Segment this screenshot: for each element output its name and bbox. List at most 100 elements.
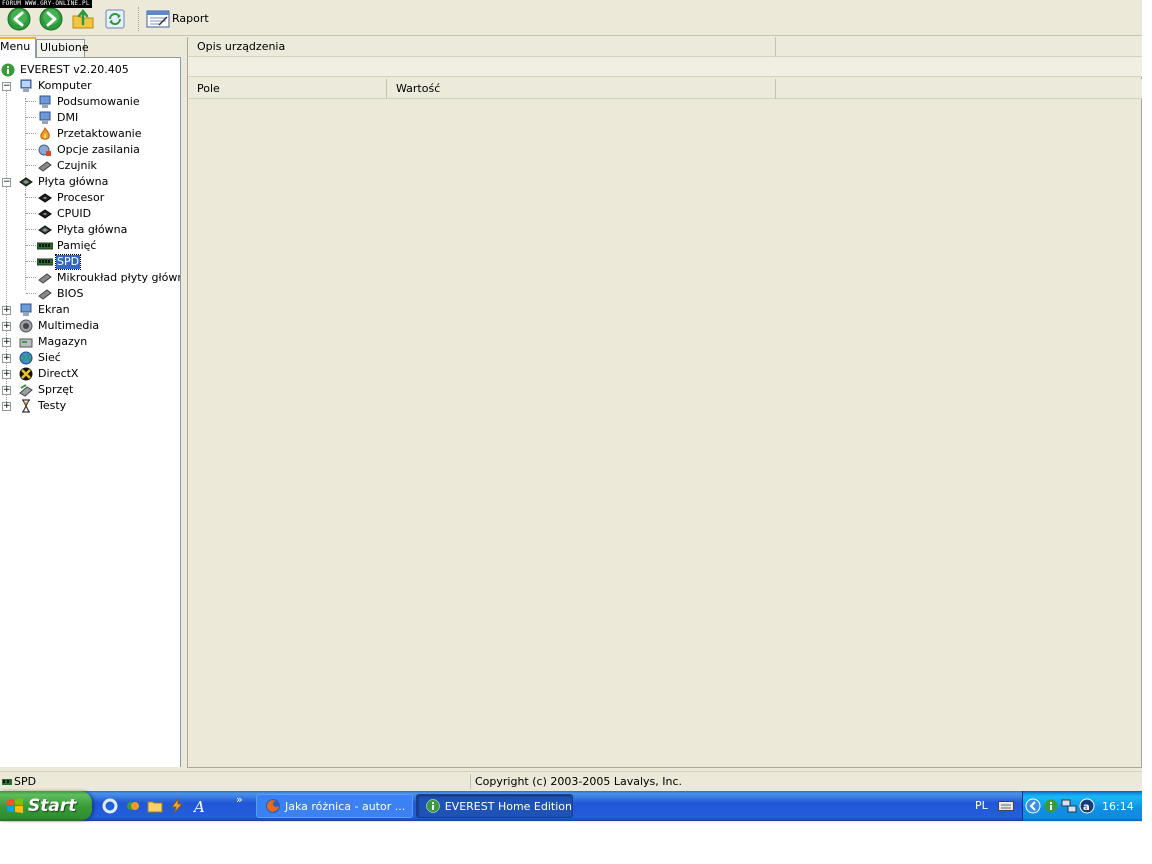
- status-bar: SPD Copyright (c) 2003-2005 Lavalys, Inc…: [0, 771, 1142, 790]
- system-tray: a 16:14: [1022, 791, 1142, 821]
- computer-icon: [18, 78, 34, 94]
- tree-item-dmi[interactable]: DMI: [37, 110, 79, 126]
- expand-toggle[interactable]: +: [2, 338, 11, 347]
- tree-item-power-options[interactable]: Opcje zasilania: [37, 142, 141, 158]
- tray-collapse-icon[interactable]: [1025, 798, 1041, 814]
- everest-tray-icon[interactable]: [1043, 798, 1059, 814]
- tree-connector: [26, 101, 36, 102]
- tree-label: Mikroukład płyty głównej: [57, 271, 181, 284]
- refresh-button[interactable]: [102, 6, 128, 32]
- tree-item-display[interactable]: Ekran: [18, 302, 71, 318]
- tree-item-benchmarks[interactable]: Testy: [18, 398, 67, 414]
- device-description-header: Opis urządzenia: [188, 37, 1143, 57]
- tree-connector: [26, 165, 36, 166]
- tree-connector: [26, 213, 36, 214]
- forward-button[interactable]: [38, 6, 64, 32]
- tree-label: Płyta główna: [57, 223, 128, 236]
- network-icon[interactable]: [1061, 798, 1077, 814]
- tree-label: Podsumowanie: [57, 95, 140, 108]
- tree-item-chipset[interactable]: Mikroukład płyty głównej: [37, 270, 181, 286]
- tree-item-everest-root[interactable]: EVEREST v2.20.405: [0, 62, 130, 78]
- tree-item-memory[interactable]: Pamięć: [37, 238, 97, 254]
- keyboard-icon[interactable]: [998, 800, 1014, 812]
- tree-connector: [26, 229, 36, 230]
- status-left: SPD: [0, 773, 470, 790]
- drive-icon: [18, 334, 34, 350]
- device-description-column[interactable]: Opis urządzenia: [188, 37, 776, 57]
- windows-logo-icon: [7, 798, 23, 813]
- quicklaunch-winamp[interactable]: [168, 797, 186, 815]
- tree-item-sensor[interactable]: Czujnik: [37, 158, 98, 174]
- tree-label: Procesor: [57, 191, 105, 204]
- quicklaunch-explorer[interactable]: [146, 797, 164, 815]
- chip-icon: [37, 286, 53, 302]
- svg-text:a: a: [1083, 802, 1090, 813]
- expand-toggle[interactable]: +: [2, 322, 11, 331]
- tree-connector: [26, 277, 36, 278]
- tree-connector: [25, 194, 26, 290]
- task-everest[interactable]: EVEREST Home Edition: [416, 794, 573, 818]
- expand-toggle[interactable]: +: [2, 402, 11, 411]
- task-firefox[interactable]: Jaka różnica - autor ...: [256, 794, 413, 818]
- tree-item-cpuid[interactable]: CPUID: [37, 206, 92, 222]
- tree-item-spd[interactable]: SPD: [37, 254, 82, 270]
- desktop-edge: [1142, 0, 1152, 864]
- quicklaunch-messenger[interactable]: [124, 797, 142, 815]
- fields-header: Pole Wartość: [188, 79, 1143, 99]
- expand-toggle[interactable]: +: [2, 354, 11, 363]
- up-folder-button[interactable]: [70, 6, 96, 32]
- back-button[interactable]: [6, 6, 32, 32]
- internet-explorer-icon: e: [102, 798, 118, 814]
- flame-icon: [37, 126, 53, 142]
- tree-connector: [26, 197, 36, 198]
- tree-connector: [26, 117, 36, 118]
- tree-item-network[interactable]: Sieć: [18, 350, 62, 366]
- tree-item-devices[interactable]: Sprzęt: [18, 382, 74, 398]
- back-arrow-icon: [7, 7, 31, 30]
- quicklaunch-ie[interactable]: e: [101, 797, 119, 815]
- tree-item-mainboard[interactable]: Płyta główna: [37, 222, 128, 238]
- report-label: Raport: [172, 12, 209, 25]
- tree-item-storage[interactable]: Magazyn: [18, 334, 88, 350]
- firefox-icon: [265, 798, 281, 814]
- tree-item-overclock[interactable]: Przetaktowanie: [37, 126, 143, 142]
- report-button[interactable]: Raport: [146, 6, 209, 32]
- field-column-header[interactable]: Pole: [188, 79, 387, 99]
- collapse-toggle[interactable]: −: [2, 82, 11, 91]
- tree-item-motherboard[interactable]: Płyta główna: [18, 174, 109, 190]
- value-column-header[interactable]: Wartość: [387, 79, 776, 99]
- antivirus-icon[interactable]: a: [1079, 798, 1095, 814]
- tree-label: Przetaktowanie: [57, 127, 142, 140]
- quicklaunch-more-button[interactable]: »: [236, 793, 243, 806]
- collapse-toggle[interactable]: −: [2, 178, 11, 187]
- cpu-icon: [37, 206, 53, 222]
- report-icon: [146, 10, 170, 27]
- expand-toggle[interactable]: +: [2, 370, 11, 379]
- tree-connector: [26, 149, 36, 150]
- start-button[interactable]: Start: [0, 791, 92, 821]
- tree-item-computer[interactable]: Komputer: [18, 78, 93, 94]
- tab-menu[interactable]: Menu: [0, 37, 36, 58]
- tree-item-summary[interactable]: Podsumowanie: [37, 94, 141, 110]
- tree-item-directx[interactable]: DirectX: [18, 366, 79, 382]
- expand-toggle[interactable]: +: [2, 306, 11, 315]
- tree-item-processor[interactable]: Procesor: [37, 190, 105, 206]
- language-indicator[interactable]: PL: [975, 799, 988, 812]
- quicklaunch-font-app[interactable]: A: [192, 797, 210, 815]
- tree-item-bios[interactable]: BIOS: [37, 286, 84, 302]
- toolbar: Raport: [0, 2, 1142, 36]
- status-copyright: Copyright (c) 2003-2005 Lavalys, Inc.: [475, 775, 682, 788]
- left-panel: Menu Ulubione EVEREST v2.20.405 − Komput…: [0, 37, 181, 767]
- tree-item-multimedia[interactable]: Multimedia: [18, 318, 100, 334]
- status-separator: [470, 774, 471, 789]
- svg-text:e: e: [106, 802, 113, 813]
- tab-favorites[interactable]: Ulubione: [36, 39, 89, 57]
- tree-label: Sprzęt: [38, 383, 74, 396]
- tree-label: SPD: [54, 254, 82, 270]
- expand-toggle[interactable]: +: [2, 386, 11, 395]
- chip-icon: [37, 158, 53, 174]
- clock[interactable]: 16:14: [1102, 800, 1134, 813]
- motherboard-icon: [18, 174, 34, 190]
- tree-connector: [26, 261, 36, 262]
- tree-label: Testy: [38, 399, 67, 412]
